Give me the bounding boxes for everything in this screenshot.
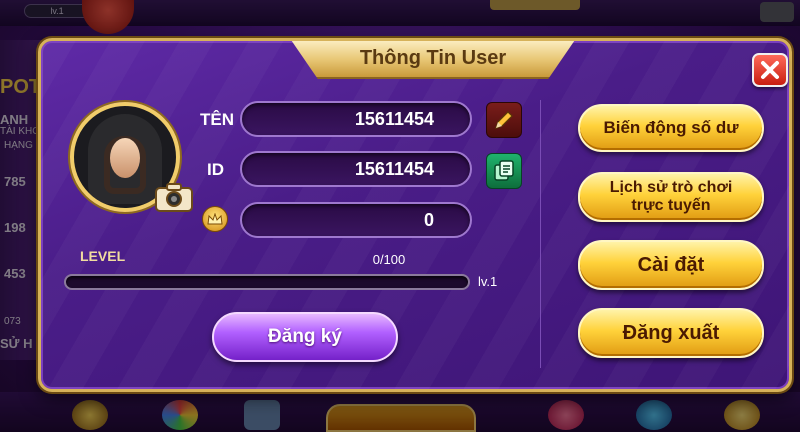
- logout-button[interactable]: Đăng xuất: [578, 308, 764, 358]
- support-icon: [636, 400, 672, 430]
- name-field: 15611454: [240, 101, 472, 137]
- game-history-line2: trực tuyến: [631, 197, 711, 214]
- level-progress-text: 0/100: [372, 252, 406, 267]
- close-icon: [761, 61, 779, 79]
- left-text: 198: [4, 220, 26, 235]
- mail-icon: [244, 400, 280, 430]
- left-text: HẠNG: [4, 140, 33, 151]
- bottom-center-button: [326, 404, 476, 432]
- divider: [540, 100, 541, 368]
- game-history-line1: Lịch sử trò chơi: [609, 179, 733, 196]
- avatar-face: [110, 138, 140, 178]
- game-history-button[interactable]: Lịch sử trò chơi trực tuyến: [578, 172, 764, 222]
- balance-field: 0: [240, 202, 472, 238]
- settings-button[interactable]: Cài đặt: [578, 240, 764, 290]
- star-icon: [72, 400, 108, 430]
- balance-history-button[interactable]: Biến động số dư: [578, 104, 764, 152]
- top-logo: [82, 0, 134, 34]
- camera-icon[interactable]: [155, 182, 193, 212]
- speaker-icon: [760, 2, 794, 22]
- id-label: ID: [207, 160, 224, 179]
- left-text: 073: [4, 316, 21, 327]
- left-text: TÀI KHO: [0, 126, 41, 137]
- copy-icon: [494, 160, 514, 181]
- register-button[interactable]: Đăng ký: [212, 312, 398, 362]
- id-field: 15611454: [240, 151, 472, 187]
- pencil-icon: [495, 111, 513, 129]
- level-label: LEVEL: [80, 248, 126, 264]
- top-gold-bar: [490, 0, 580, 10]
- next-level-label: lv.1: [478, 274, 498, 289]
- copy-id-button[interactable]: [486, 153, 522, 189]
- coin-icon: [724, 400, 760, 430]
- crown-icon: [202, 206, 228, 232]
- close-button[interactable]: [752, 53, 788, 87]
- left-text: POT: [0, 76, 42, 98]
- gift-icon: [548, 400, 584, 430]
- name-label: TÊN: [200, 110, 234, 129]
- wheel-icon: [162, 400, 198, 430]
- dialog-title: Thông Tin User: [359, 47, 507, 69]
- left-text: ANH: [0, 112, 29, 127]
- left-text: SỬ H: [0, 336, 33, 351]
- level-pill: lv.1: [24, 4, 90, 18]
- left-text: 785: [4, 174, 26, 189]
- left-text: 453: [4, 266, 26, 281]
- edit-name-button[interactable]: [486, 102, 522, 138]
- level-progress-bar: [64, 274, 470, 290]
